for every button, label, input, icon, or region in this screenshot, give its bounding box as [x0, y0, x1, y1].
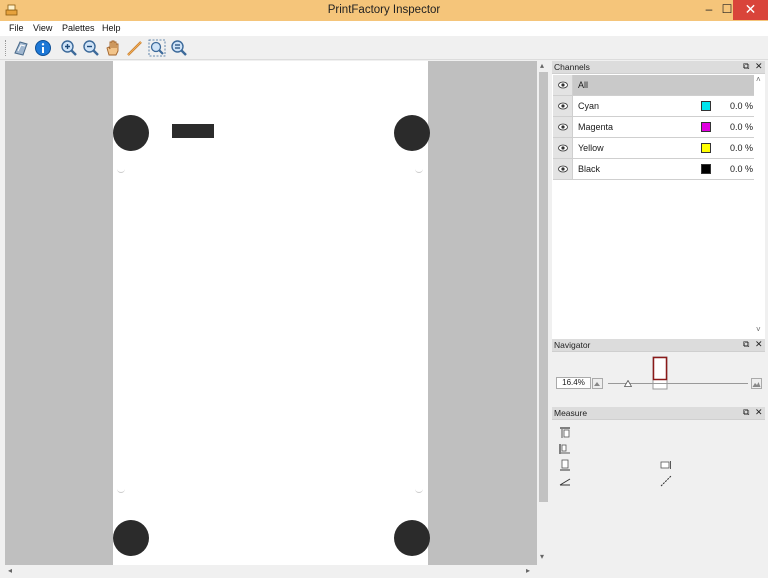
measure-top-align-icon[interactable] [559, 427, 571, 439]
measure-palette: Measure ⧉ ✕ [552, 407, 765, 578]
eye-icon [558, 123, 568, 131]
color-swatch [701, 164, 711, 174]
measure-distance-icon[interactable] [660, 475, 672, 487]
menu-view[interactable]: View [33, 23, 52, 33]
zoom-out-icon[interactable] [82, 39, 100, 57]
channel-name: All [578, 80, 589, 90]
channel-coverage: 0.0 % [729, 143, 753, 153]
zoom-slider-thumb[interactable] [624, 380, 632, 387]
measure-angle-icon[interactable] [559, 475, 571, 487]
measure-left-align-icon[interactable] [559, 443, 571, 455]
eye-icon [558, 165, 568, 173]
pan-hand-icon[interactable] [104, 39, 122, 57]
crop-mark [117, 487, 125, 493]
navigator-preview[interactable] [652, 356, 668, 390]
navigator-palette-title: Navigator [554, 340, 591, 350]
channel-coverage: 0.0 % [729, 164, 753, 174]
zoom-actual-icon[interactable] [170, 39, 188, 57]
navigator-palette: Navigator ⧉ ✕ 16.4% [552, 339, 765, 406]
scroll-left-icon[interactable]: ◂ [8, 566, 12, 575]
open-file-icon[interactable] [12, 39, 30, 57]
title-bar: PrintFactory Inspector – ☐ ✕ [0, 0, 768, 21]
color-swatch [701, 101, 711, 111]
barcode-mark [172, 124, 214, 138]
menu-bar: File View Palettes Help [0, 21, 768, 36]
window-title: PrintFactory Inspector [327, 4, 441, 16]
scroll-up-icon[interactable]: ▴ [540, 61, 544, 70]
channel-row-black[interactable]: Black 0.0 % [553, 159, 754, 180]
visibility-toggle[interactable] [553, 159, 573, 179]
vertical-scroll-thumb[interactable] [539, 72, 548, 502]
mountain-small-icon [594, 382, 600, 386]
channel-name: Magenta [578, 122, 614, 132]
channel-row-magenta[interactable]: Magenta 0.0 % [553, 117, 754, 138]
measure-ruler-icon[interactable] [126, 39, 144, 57]
vertical-scrollbar[interactable]: ▴ ▾ [537, 61, 550, 565]
measure-box-icon[interactable] [660, 459, 672, 471]
channels-scroll-down-icon[interactable]: ˅ [756, 325, 761, 334]
eye-icon [558, 102, 568, 110]
close-palette-icon[interactable]: ✕ [755, 407, 763, 418]
eye-icon [558, 144, 568, 152]
channels-palette-title: Channels [554, 62, 590, 72]
zoom-fit-icon[interactable] [148, 39, 166, 57]
horizontal-scrollbar[interactable]: ◂ ▸ [5, 565, 537, 578]
crop-mark [117, 167, 125, 173]
navigator-palette-header: Navigator ⧉ ✕ [552, 339, 765, 352]
channels-scroll-up-icon[interactable]: ˄ [756, 75, 761, 84]
measure-page-size-icon[interactable] [559, 459, 571, 471]
toolbar-grip[interactable] [5, 40, 8, 56]
toolbar [0, 36, 768, 60]
mountain-large-icon [752, 382, 761, 387]
visibility-toggle[interactable] [553, 75, 573, 95]
channels-palette-header: Channels ⧉ ✕ [552, 61, 765, 74]
close-palette-icon[interactable]: ✕ [755, 61, 763, 72]
measure-palette-header: Measure ⧉ ✕ [552, 407, 765, 420]
channel-row-yellow[interactable]: Yellow 0.0 % [553, 138, 754, 159]
channel-name: Black [578, 164, 601, 174]
registration-mark-bottom-right [394, 520, 430, 556]
info-icon[interactable] [34, 39, 52, 57]
visibility-toggle[interactable] [553, 138, 573, 158]
zoom-level-field[interactable]: 16.4% [556, 377, 591, 389]
zoom-in-icon[interactable] [60, 39, 78, 57]
close-button[interactable]: ✕ [733, 0, 768, 20]
registration-mark-bottom-left [113, 520, 149, 556]
crop-mark [415, 167, 423, 173]
close-palette-icon[interactable]: ✕ [755, 339, 763, 350]
color-swatch [701, 143, 711, 153]
channels-palette: Channels ⧉ ✕ All Cyan 0.0 % Magenta 0.0 … [552, 61, 765, 339]
registration-mark-top-left [113, 115, 149, 151]
float-palette-icon[interactable]: ⧉ [743, 339, 749, 350]
channel-name: Cyan [578, 101, 600, 111]
menu-file[interactable]: File [9, 23, 24, 33]
eye-icon [558, 81, 568, 89]
menu-palettes[interactable]: Palettes [62, 23, 95, 33]
crop-mark [415, 487, 423, 493]
visibility-toggle[interactable] [553, 96, 573, 116]
float-palette-icon[interactable]: ⧉ [743, 61, 749, 72]
scroll-right-icon[interactable]: ▸ [526, 566, 530, 575]
zoom-out-small-button[interactable] [592, 378, 603, 389]
zoom-in-small-button[interactable] [751, 378, 762, 389]
channel-row-all[interactable]: All [553, 75, 754, 96]
measure-palette-title: Measure [554, 408, 588, 418]
channel-coverage: 0.0 % [729, 122, 753, 132]
channel-row-cyan[interactable]: Cyan 0.0 % [553, 96, 754, 117]
document-page [113, 61, 430, 565]
registration-mark-top-right [394, 115, 430, 151]
channel-coverage: 0.0 % [729, 101, 753, 111]
float-palette-icon[interactable]: ⧉ [743, 407, 749, 418]
visibility-toggle[interactable] [553, 117, 573, 137]
document-canvas[interactable] [5, 61, 537, 565]
menu-help[interactable]: Help [102, 23, 121, 33]
scroll-down-icon[interactable]: ▾ [540, 552, 544, 561]
color-swatch [701, 122, 711, 132]
channel-name: Yellow [578, 143, 604, 153]
